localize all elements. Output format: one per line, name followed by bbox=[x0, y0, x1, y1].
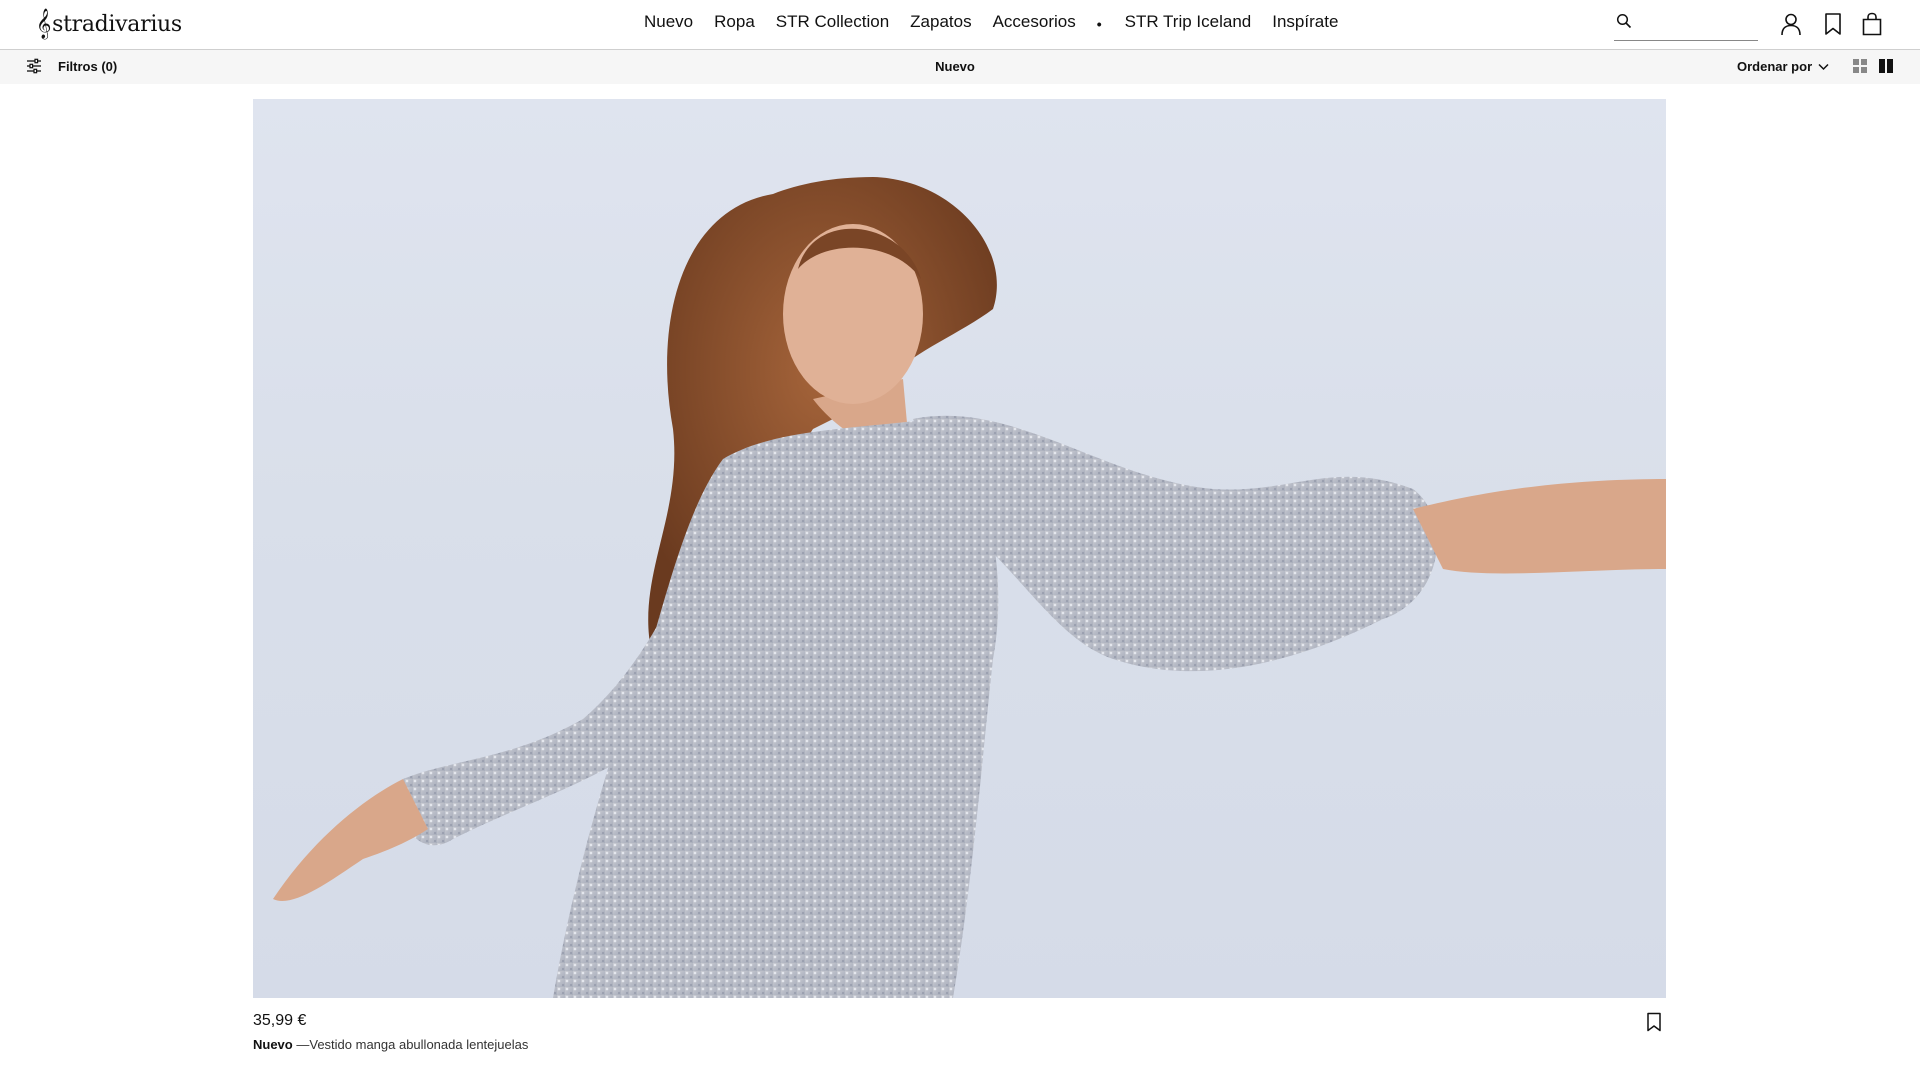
nav-item-str-collection[interactable]: STR Collection bbox=[776, 12, 889, 32]
filter-bar: Filtros (0) Nuevo Ordenar por bbox=[0, 50, 1920, 84]
nav-item-accesorios[interactable]: Accesorios bbox=[993, 12, 1076, 32]
product-image[interactable] bbox=[253, 99, 1666, 998]
brand-name: stradivarius bbox=[52, 11, 182, 37]
search-input[interactable] bbox=[1640, 12, 1756, 36]
nav-item-str-trip-iceland[interactable]: STR Trip Iceland bbox=[1125, 12, 1252, 32]
site-header: 𝄞 stradivarius Nuevo Ropa STR Collection… bbox=[0, 0, 1920, 50]
category-title: Nuevo bbox=[935, 59, 975, 74]
clef-logo-icon: 𝄞 bbox=[36, 9, 52, 39]
nav-separator-dot: • bbox=[1096, 16, 1102, 32]
nav-item-zapatos[interactable]: Zapatos bbox=[910, 12, 971, 32]
search-icon bbox=[1616, 13, 1632, 29]
bookmark-icon[interactable] bbox=[1645, 1012, 1663, 1032]
sort-label: Ordenar por bbox=[1737, 59, 1813, 74]
main-nav: Nuevo Ropa STR Collection Zapatos Acceso… bbox=[644, 12, 1359, 32]
search-box[interactable] bbox=[1614, 10, 1758, 41]
sort-dropdown[interactable]: Ordenar por bbox=[1737, 59, 1829, 74]
user-icon[interactable] bbox=[1778, 11, 1804, 37]
grid-view-icon[interactable] bbox=[1852, 58, 1868, 74]
brand-logo[interactable]: 𝄞 stradivarius bbox=[36, 8, 182, 40]
column-view-icon[interactable] bbox=[1878, 58, 1894, 74]
nav-item-ropa[interactable]: Ropa bbox=[714, 12, 755, 32]
product-name: —Vestido manga abullonada lentejuelas bbox=[296, 1037, 529, 1052]
product-description[interactable]: Nuevo —Vestido manga abullonada lentejue… bbox=[253, 1037, 528, 1052]
nav-item-nuevo[interactable]: Nuevo bbox=[644, 12, 693, 32]
nav-item-inspirate[interactable]: Inspírate bbox=[1272, 12, 1338, 32]
product-tag: Nuevo bbox=[253, 1037, 293, 1052]
product-photo-illustration bbox=[273, 177, 1666, 998]
product-price: 35,99 € bbox=[253, 1012, 307, 1029]
wishlist-icon[interactable] bbox=[1820, 11, 1846, 37]
chevron-down-icon bbox=[1818, 63, 1829, 70]
bag-icon[interactable] bbox=[1859, 11, 1885, 37]
